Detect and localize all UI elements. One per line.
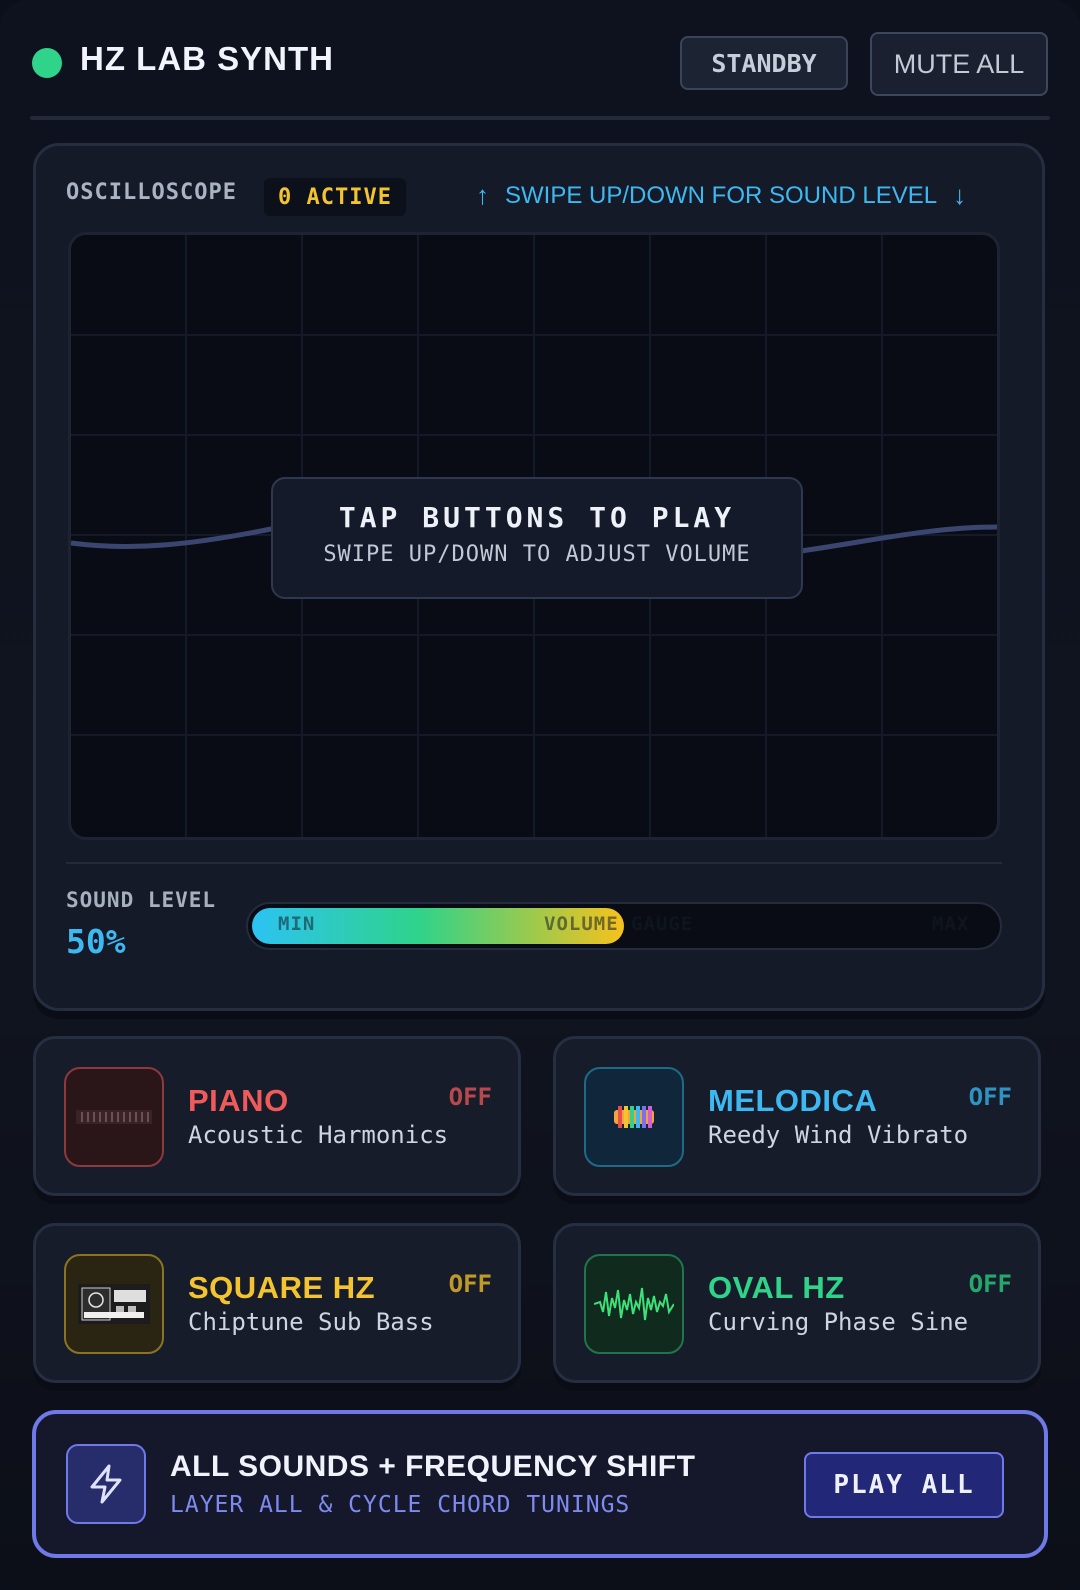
piano-keys-icon	[64, 1067, 164, 1167]
sound-state: OFF	[448, 1083, 492, 1111]
app-title: HZ LAB SYNTH	[80, 40, 334, 77]
volume-gauge[interactable]: MIN VOLUME GAUGE MAX	[246, 902, 1002, 950]
swipe-hint: ↑ SWIPE UP/DOWN FOR SOUND LEVEL ↓	[476, 180, 966, 211]
status-indicator-dot	[32, 48, 62, 78]
active-count-badge: 0 ACTIVE	[264, 178, 406, 216]
oscilloscope-panel: OSCILLOSCOPE 0 ACTIVE ↑ SWIPE UP/DOWN FO…	[33, 143, 1045, 1011]
sound-description: Reedy Wind Vibrato	[708, 1121, 969, 1149]
arrow-down-icon: ↓	[953, 180, 967, 210]
app-root: HZ LAB SYNTH STANDBY MUTE ALL OSCILLOSCO…	[0, 0, 1080, 1590]
sound-card-square-hz[interactable]: SQUARE HZ Chiptune Sub Bass OFF	[33, 1223, 521, 1383]
play-all-bar: ALL SOUNDS + FREQUENCY SHIFT LAYER ALL &…	[32, 1410, 1048, 1558]
tap-to-play-overlay: TAP BUTTONS TO PLAY SWIPE UP/DOWN TO ADJ…	[271, 477, 803, 599]
oscilloscope-label: OSCILLOSCOPE	[66, 180, 237, 205]
overlay-subtitle: SWIPE UP/DOWN TO ADJUST VOLUME	[323, 542, 751, 567]
lightning-bolt-icon	[66, 1444, 146, 1524]
sound-card-melodica[interactable]: MELODICA Reedy Wind Vibrato OFF	[553, 1036, 1041, 1196]
header: HZ LAB SYNTH STANDBY MUTE ALL	[30, 28, 1050, 108]
sound-name: OVAL HZ	[708, 1270, 845, 1305]
sound-state: OFF	[448, 1270, 492, 1298]
sound-description: Acoustic Harmonics	[188, 1121, 449, 1149]
square-wave-device-icon	[64, 1254, 164, 1354]
standby-button[interactable]: STANDBY	[680, 36, 848, 90]
sound-name: MELODICA	[708, 1083, 878, 1118]
waveform-icon	[584, 1254, 684, 1354]
sound-description: Chiptune Sub Bass	[188, 1308, 434, 1336]
swipe-hint-text: SWIPE UP/DOWN FOR SOUND LEVEL	[505, 181, 938, 209]
gauge-center-label: VOLUME GAUGE	[544, 913, 694, 935]
sound-description: Curving Phase Sine	[708, 1308, 969, 1336]
panel-divider	[66, 862, 1002, 864]
sound-state: OFF	[968, 1083, 1012, 1111]
gauge-min-label: MIN	[278, 913, 316, 935]
mute-all-button[interactable]: MUTE ALL	[870, 32, 1048, 96]
oscilloscope-screen[interactable]: TAP BUTTONS TO PLAY SWIPE UP/DOWN TO ADJ…	[68, 232, 1000, 840]
overlay-title: TAP BUTTONS TO PLAY	[338, 501, 736, 534]
sound-state: OFF	[968, 1270, 1012, 1298]
sound-card-oval-hz[interactable]: OVAL HZ Curving Phase Sine OFF	[553, 1223, 1041, 1383]
header-divider	[30, 116, 1050, 120]
sound-level-value: 50%	[66, 922, 126, 961]
play-all-button[interactable]: PLAY ALL	[804, 1452, 1004, 1518]
sound-card-piano[interactable]: PIANO Acoustic Harmonics OFF	[33, 1036, 521, 1196]
sound-name: PIANO	[188, 1083, 289, 1118]
melodica-icon	[584, 1067, 684, 1167]
sound-name: SQUARE HZ	[188, 1270, 376, 1305]
gauge-max-label: MAX	[932, 913, 970, 935]
play-all-title: ALL SOUNDS + FREQUENCY SHIFT	[170, 1450, 696, 1483]
play-all-subtitle: LAYER ALL & CYCLE CHORD TUNINGS	[170, 1492, 631, 1518]
arrow-up-icon: ↑	[476, 180, 489, 210]
sound-level-label: SOUND LEVEL	[66, 888, 217, 912]
